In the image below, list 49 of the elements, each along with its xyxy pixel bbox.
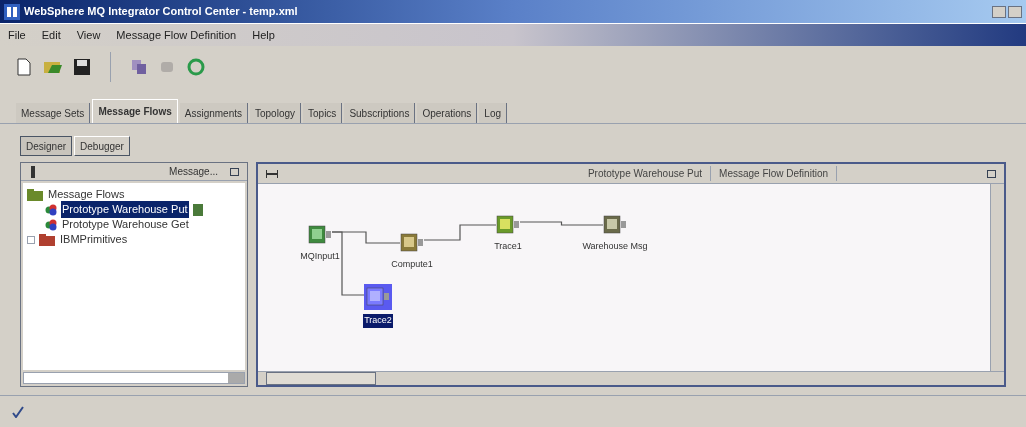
maximize-panel-icon[interactable] <box>230 167 239 176</box>
new-file-icon[interactable] <box>16 58 32 76</box>
tree-item[interactable]: Prototype Warehouse Put <box>61 201 189 218</box>
tab[interactable]: Topology <box>250 103 301 123</box>
maximize-button[interactable] <box>1008 5 1022 18</box>
tab[interactable]: Message Flows <box>92 99 178 123</box>
refresh-icon[interactable] <box>187 58 205 76</box>
canvas-title: Prototype Warehouse Put <box>579 166 712 181</box>
horizontal-scrollbar[interactable] <box>23 372 245 384</box>
horizontal-scrollbar[interactable] <box>258 371 1004 385</box>
menu-item[interactable]: View <box>76 26 101 44</box>
menu-item[interactable]: File <box>8 26 26 44</box>
tab[interactable]: Operations <box>417 103 478 123</box>
save-icon[interactable] <box>74 59 90 75</box>
view-tab[interactable]: Debugger <box>74 136 130 156</box>
tree-item[interactable]: Prototype Warehouse Get <box>61 216 190 233</box>
folder-icon <box>27 188 43 201</box>
flow-icon <box>45 203 57 216</box>
node-label[interactable]: MQInput1 <box>299 250 341 264</box>
menu-item[interactable]: Edit <box>41 26 61 44</box>
open-folder-icon[interactable] <box>44 59 62 75</box>
tree-item[interactable]: Message Flows <box>47 186 126 203</box>
node-label[interactable]: Trace1 <box>493 240 523 254</box>
tree-item[interactable]: IBMPrimitives <box>59 231 129 248</box>
folder-icon <box>39 233 55 246</box>
sort-icon[interactable] <box>29 165 37 178</box>
flow-icon <box>45 218 57 231</box>
copy-icon[interactable] <box>131 59 147 75</box>
app-icon <box>4 3 20 20</box>
tab[interactable]: Assignments <box>179 103 248 123</box>
tab[interactable]: Log <box>479 103 507 123</box>
view-tab[interactable]: Designer <box>20 136 73 156</box>
tab[interactable]: Message Sets <box>16 103 91 123</box>
tab[interactable]: Topics <box>303 103 343 123</box>
panel-header: Message... <box>169 165 218 179</box>
node-label[interactable]: Warehouse Msg <box>581 240 649 254</box>
node-label[interactable]: Compute1 <box>390 258 434 272</box>
tab[interactable]: Subscriptions <box>344 103 416 123</box>
canvas-title: Message Flow Definition <box>711 166 837 181</box>
menu-item[interactable]: Message Flow Definition <box>116 26 237 44</box>
window-title: WebSphere MQ Integrator Control Center - temp.xml <box>24 4 298 20</box>
collapse-icon[interactable] <box>266 169 278 178</box>
flow-badge-icon <box>192 203 203 216</box>
check-icon <box>12 405 24 418</box>
maximize-panel-icon[interactable] <box>987 169 996 178</box>
expand-icon[interactable] <box>27 235 35 244</box>
node-label[interactable]: Trace2 <box>363 314 393 328</box>
minimize-button[interactable] <box>992 5 1006 18</box>
menu-item[interactable]: Help <box>252 26 275 44</box>
